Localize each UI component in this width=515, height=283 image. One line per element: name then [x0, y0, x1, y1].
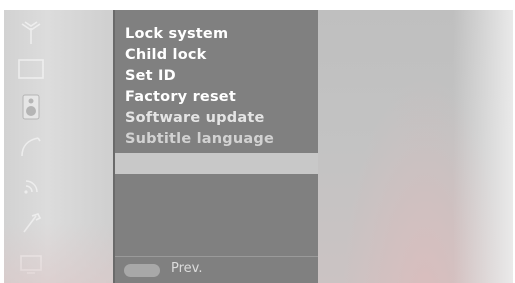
footer-divider [115, 256, 320, 257]
wireless-icon[interactable] [16, 170, 46, 200]
settings-menu: Lock system Child lock Set ID Factory re… [113, 10, 320, 283]
category-sidebar [4, 10, 113, 283]
menu-item-subtitle-language[interactable]: Subtitle language [115, 129, 320, 150]
menu-item-software-update[interactable]: Software update [115, 108, 320, 129]
prev-label: Prev. [171, 261, 203, 276]
tv-screen: Lock system Child lock Set ID Factory re… [4, 10, 513, 283]
tools-icon[interactable] [16, 208, 46, 238]
menu-item-lock-system[interactable]: Lock system [115, 24, 320, 45]
preview-area [318, 10, 513, 283]
menu-item-child-lock[interactable]: Child lock [115, 45, 320, 66]
menu-item-set-id[interactable]: Set ID [115, 66, 320, 87]
tv-icon[interactable] [16, 248, 46, 278]
network-icon[interactable] [16, 132, 46, 162]
prev-button-indicator[interactable] [124, 264, 160, 277]
screen-icon[interactable] [16, 54, 46, 84]
selected-menu-item[interactable] [115, 153, 320, 174]
menu-item-factory-reset[interactable]: Factory reset [115, 87, 320, 108]
antenna-icon[interactable] [16, 18, 46, 48]
menu-list: Lock system Child lock Set ID Factory re… [115, 24, 320, 150]
speaker-icon[interactable] [16, 92, 46, 122]
